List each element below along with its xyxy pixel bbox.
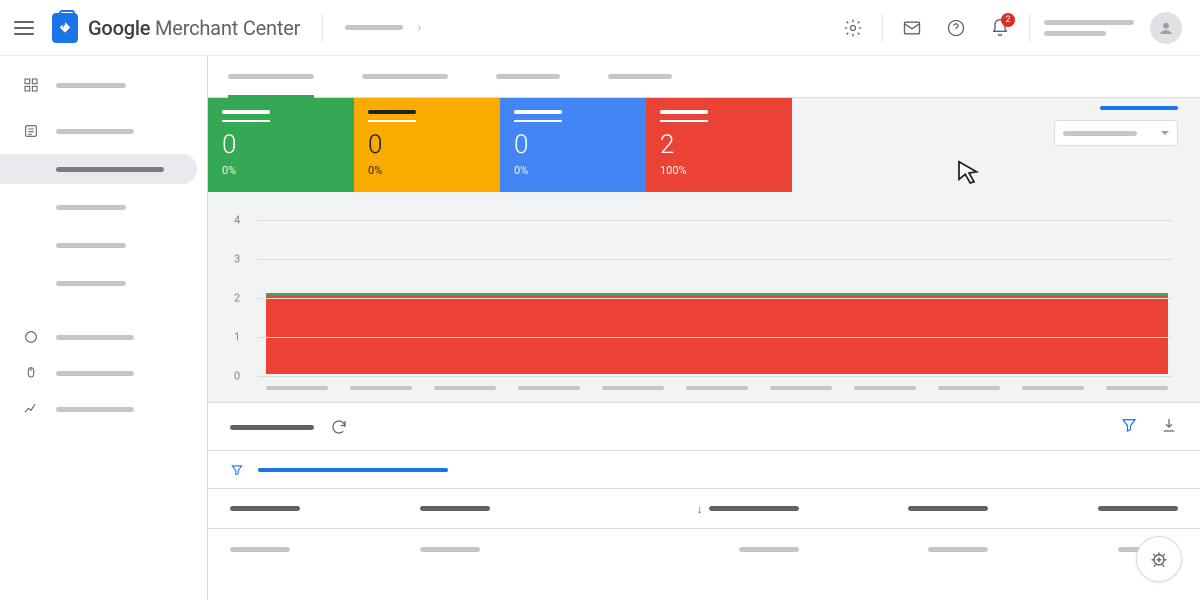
sidebar [0, 56, 208, 600]
sidebar-item-growth[interactable] [0, 394, 207, 424]
date-link[interactable] [1100, 106, 1178, 110]
column-header[interactable] [799, 506, 989, 511]
date-controls [1054, 106, 1178, 146]
chevron-right-icon: › [417, 20, 421, 36]
sidebar-item-feeds[interactable] [0, 230, 207, 260]
sidebar-item-marketing[interactable] [0, 358, 207, 388]
gear-icon[interactable] [836, 11, 870, 45]
app-header: Google Merchant Center › 2 [0, 0, 1200, 56]
filter-outline-icon [230, 463, 244, 477]
metric-card-disapproved[interactable]: 2 100% [646, 98, 792, 192]
main-content: 0 0% 0 0% 0 0% 2 [208, 56, 1200, 600]
bug-icon [1149, 549, 1169, 569]
chart-series-disapproved [266, 296, 1168, 374]
column-header[interactable] [230, 506, 420, 511]
sidebar-item-more[interactable] [0, 268, 207, 298]
price-tag-icon [52, 13, 78, 43]
tab-item-2[interactable] [362, 56, 448, 97]
status-chart: 01234 [258, 210, 1172, 384]
mail-icon[interactable] [895, 11, 929, 45]
circle-icon [22, 328, 40, 346]
app-title: Google Merchant Center [88, 16, 300, 40]
tabbar [208, 56, 1200, 98]
list-icon [22, 122, 40, 140]
divider [322, 14, 323, 42]
table-header: ↓ [208, 489, 1200, 529]
sidebar-item-diagnostics[interactable] [0, 154, 197, 184]
metric-percent: 0% [514, 164, 632, 177]
dashboard-icon [22, 76, 40, 94]
metric-percent: 0% [222, 164, 340, 177]
metric-value: 2 [660, 132, 778, 158]
hamburger-menu-icon[interactable] [14, 17, 36, 39]
chart-x-ticks [266, 386, 1168, 390]
refresh-icon[interactable] [328, 416, 350, 438]
metric-value: 0 [222, 132, 340, 158]
divider [1029, 14, 1030, 42]
metric-value: 0 [514, 132, 632, 158]
sidebar-item-products[interactable] [0, 116, 207, 146]
app-logo[interactable]: Google Merchant Center [52, 13, 300, 43]
metric-percent: 100% [660, 164, 778, 177]
date-range-dropdown[interactable] [1054, 120, 1178, 146]
metric-card-active[interactable]: 0 0% [208, 98, 354, 192]
avatar[interactable] [1150, 12, 1182, 44]
tab-item-3[interactable] [496, 56, 560, 97]
column-header[interactable] [420, 506, 610, 511]
sidebar-item-performance[interactable] [0, 322, 207, 352]
metric-percent: 0% [368, 164, 486, 177]
tab-item-issues[interactable] [228, 56, 314, 97]
sidebar-item-overview[interactable] [0, 70, 207, 100]
help-icon[interactable] [939, 11, 973, 45]
metric-card-pending[interactable]: 0 0% [500, 98, 646, 192]
notification-badge: 2 [1001, 13, 1015, 27]
tab-item-4[interactable] [608, 56, 672, 97]
metric-cards: 0 0% 0 0% 0 0% 2 [208, 98, 1200, 192]
arrow-down-icon: ↓ [697, 502, 703, 516]
metric-card-expiring[interactable]: 0 0% [354, 98, 500, 192]
download-icon[interactable] [1160, 416, 1178, 438]
filter-icon[interactable] [1120, 416, 1138, 438]
column-header[interactable] [988, 506, 1178, 511]
divider [882, 14, 883, 42]
chart-series-active [266, 293, 1168, 296]
table-row[interactable] [208, 529, 1200, 569]
mouse-icon [22, 364, 40, 382]
active-filter-row[interactable] [208, 451, 1200, 489]
bell-icon[interactable]: 2 [983, 11, 1017, 45]
column-header-sort[interactable]: ↓ [609, 502, 799, 516]
list-toolbar [208, 403, 1200, 451]
metric-value: 0 [368, 132, 486, 158]
breadcrumb[interactable]: › [345, 20, 421, 36]
sidebar-item-all-products[interactable] [0, 192, 207, 222]
trend-icon [22, 400, 40, 418]
account-label[interactable] [1044, 20, 1134, 36]
feedback-fab[interactable] [1136, 536, 1182, 582]
